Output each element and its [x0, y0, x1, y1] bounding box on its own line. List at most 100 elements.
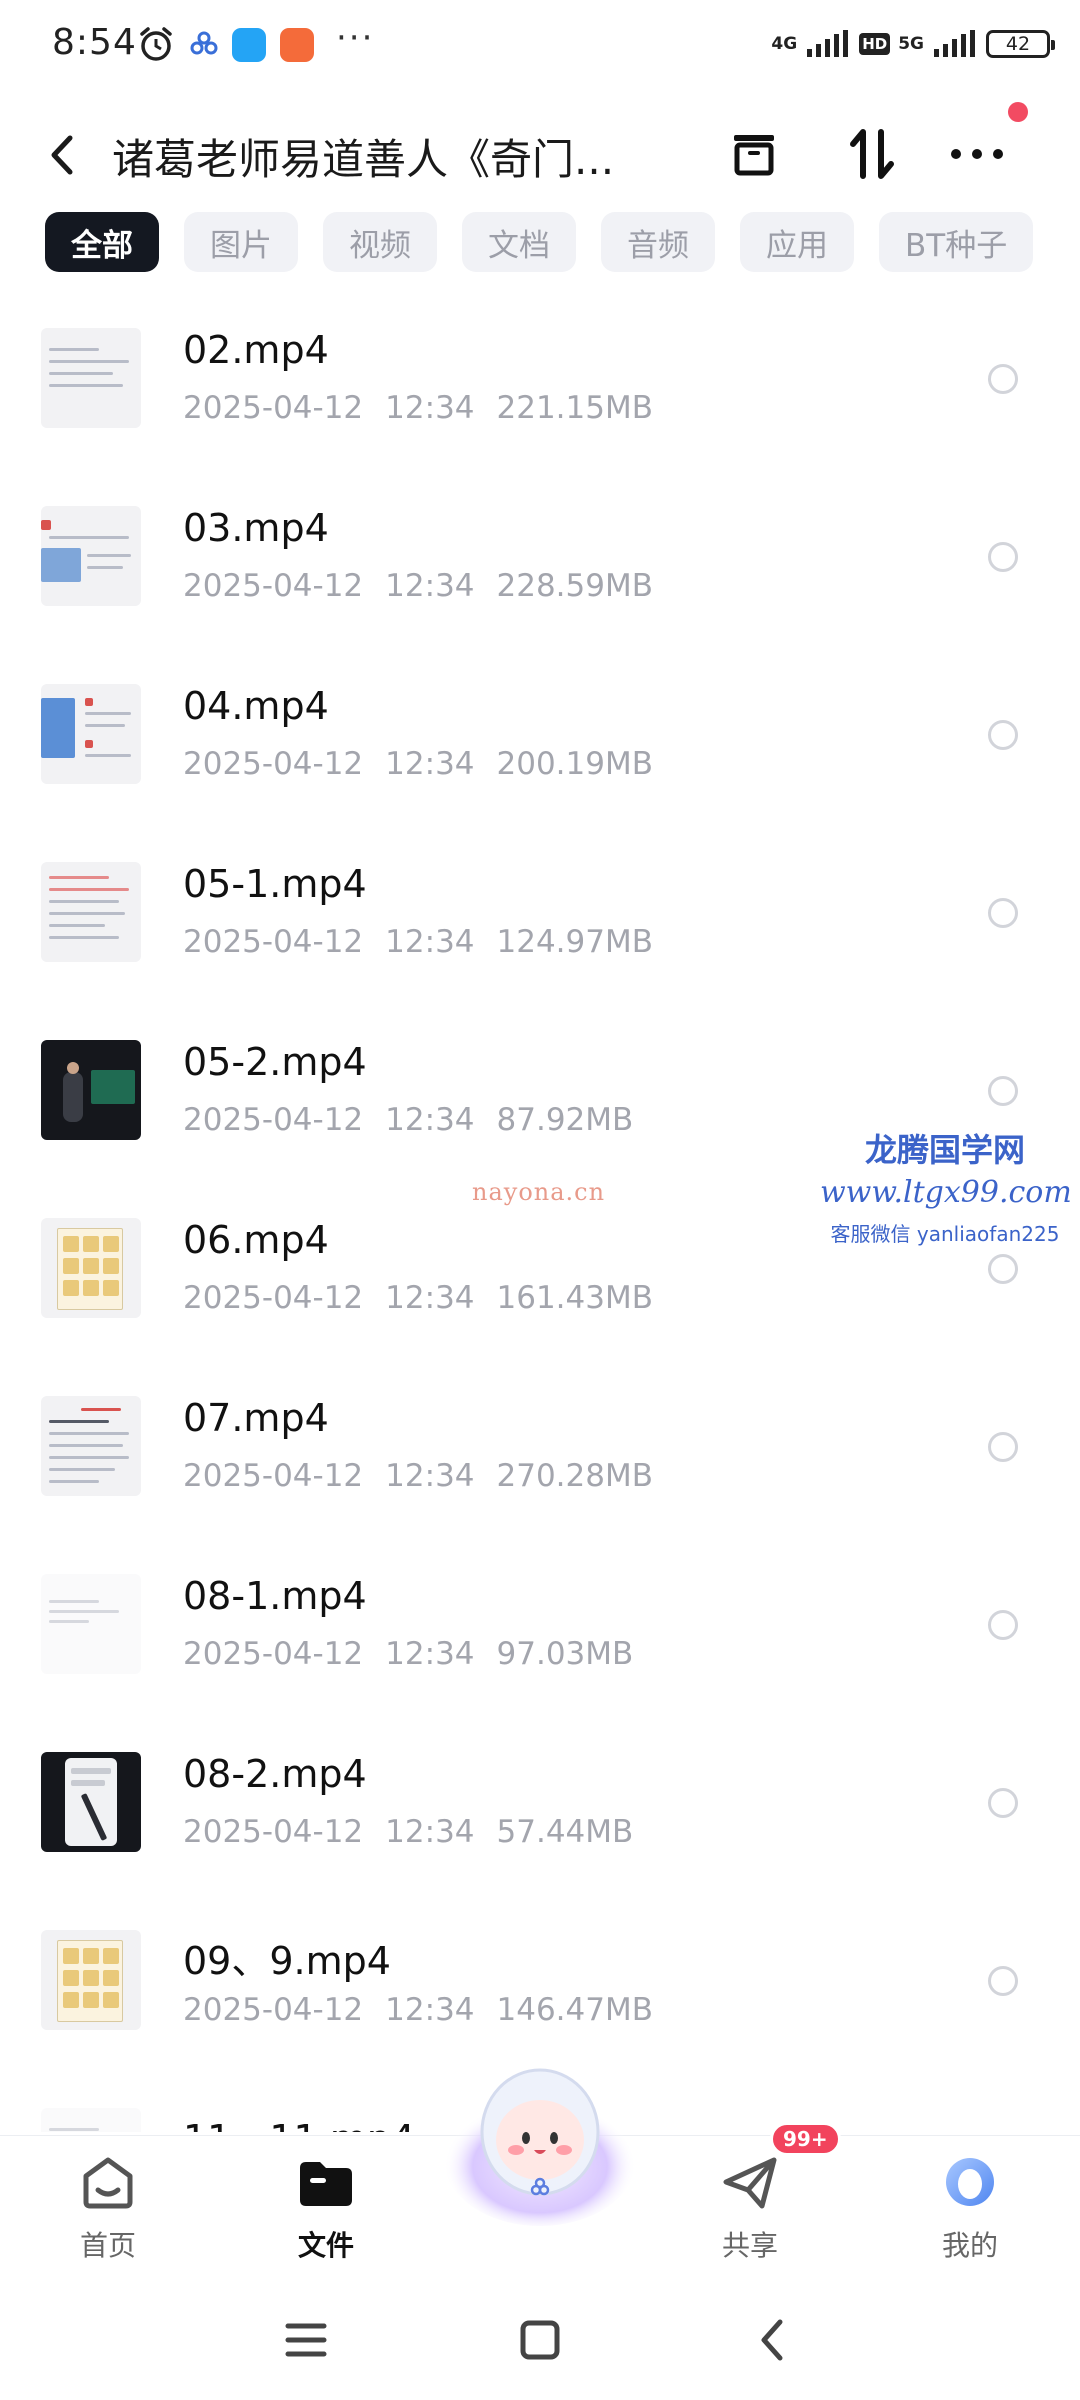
- select-radio[interactable]: [988, 1966, 1018, 1996]
- menu-icon[interactable]: [276, 2310, 336, 2370]
- filter-documents[interactable]: 文档: [462, 212, 576, 272]
- video-thumbnail: [41, 2108, 141, 2132]
- nav-share[interactable]: 共享: [690, 2152, 810, 2264]
- box-icon[interactable]: [722, 122, 786, 186]
- nav-files[interactable]: 文件: [266, 2152, 386, 2264]
- file-date: 2025-04-12: [183, 390, 364, 426]
- system-nav: [0, 2280, 1080, 2400]
- signal-icon: [807, 30, 849, 57]
- watermark-url: www.ltgx99.com: [820, 1175, 1072, 1210]
- nav-mine[interactable]: 我的: [910, 2152, 1030, 2264]
- file-date: 2025-04-12: [183, 1280, 364, 1316]
- file-time: 12:34: [385, 924, 475, 960]
- nav-label: 首页: [79, 2229, 136, 2262]
- file-name: 04.mp4: [183, 684, 329, 728]
- home-button-icon[interactable]: [510, 2310, 570, 2370]
- file-row[interactable]: 07.mp4 2025-04-12 12:34 270.28MB: [0, 1370, 1080, 1548]
- video-thumbnail: [41, 862, 141, 962]
- file-date: 2025-04-12: [183, 1636, 364, 1672]
- alarm-icon: [140, 27, 172, 61]
- filter-videos[interactable]: 视频: [323, 212, 437, 272]
- nav-home[interactable]: 首页: [48, 2152, 168, 2264]
- send-icon: [718, 2152, 782, 2212]
- file-time: 12:34: [385, 568, 475, 604]
- file-date: 2025-04-12: [183, 1992, 364, 2028]
- folder-icon: [294, 2152, 358, 2212]
- file-meta: 2025-04-12 12:34 200.19MB: [183, 746, 653, 782]
- page-title: 诸葛老师易道善人《奇门...: [112, 135, 615, 184]
- file-name: 02.mp4: [183, 328, 329, 372]
- select-radio[interactable]: [988, 1788, 1018, 1818]
- battery-icon: 42: [986, 30, 1055, 58]
- more-notifications-icon: ···: [336, 18, 375, 58]
- select-radio[interactable]: [988, 1432, 1018, 1462]
- mascot-assistant-icon[interactable]: [440, 2040, 640, 2240]
- back-button-icon[interactable]: [744, 2310, 804, 2370]
- file-meta: 2025-04-12 12:34 228.59MB: [183, 568, 653, 604]
- video-thumbnail: [41, 328, 141, 428]
- select-radio[interactable]: [988, 898, 1018, 928]
- file-name: 08-2.mp4: [183, 1752, 367, 1796]
- nav-label: 共享: [721, 2229, 778, 2262]
- file-name: 07.mp4: [183, 1396, 329, 1440]
- file-meta: 2025-04-12 12:34 97.03MB: [183, 1636, 633, 1672]
- watermark-contact: 客服微信 yanliaofan225: [830, 1222, 1060, 1246]
- back-icon[interactable]: [40, 128, 88, 182]
- file-meta: 2025-04-12 12:34 161.43MB: [183, 1280, 653, 1316]
- more-icon[interactable]: [945, 122, 1009, 186]
- file-name: 08-1.mp4: [183, 1574, 367, 1618]
- hd-badge: HD: [859, 33, 891, 55]
- file-row[interactable]: 08-1.mp4 2025-04-12 12:34 97.03MB: [0, 1548, 1080, 1726]
- cloud-app-icon: [190, 31, 218, 55]
- select-radio[interactable]: [988, 1610, 1018, 1640]
- file-time: 12:34: [385, 1814, 475, 1850]
- filter-all[interactable]: 全部: [45, 212, 159, 272]
- file-name: 05-1.mp4: [183, 862, 367, 906]
- select-radio[interactable]: [988, 1076, 1018, 1106]
- file-row[interactable]: 02.mp4 2025-04-12 12:34 221.15MB: [0, 302, 1080, 480]
- file-size: 124.97MB: [496, 924, 653, 960]
- video-thumbnail: [41, 1396, 141, 1496]
- file-row[interactable]: 03.mp4 2025-04-12 12:34 228.59MB: [0, 480, 1080, 658]
- file-row[interactable]: 04.mp4 2025-04-12 12:34 200.19MB: [0, 658, 1080, 836]
- file-time: 12:34: [385, 1992, 475, 2028]
- file-row[interactable]: 08-2.mp4 2025-04-12 12:34 57.44MB: [0, 1726, 1080, 1904]
- filter-apps[interactable]: 应用: [740, 212, 854, 272]
- file-size: 221.15MB: [496, 390, 653, 426]
- sort-icon[interactable]: [840, 122, 904, 186]
- status-indicators: 4G HD 5G 42: [771, 22, 1055, 66]
- header: 诸葛老师易道善人《奇门...: [0, 100, 1080, 210]
- video-thumbnail: [41, 684, 141, 784]
- nav-label: 我的: [941, 2229, 998, 2262]
- filter-tabs: 全部 图片 视频 文档 音频 应用 BT种子: [0, 212, 1080, 274]
- file-date: 2025-04-12: [183, 568, 364, 604]
- nav-label: 文件: [297, 2229, 354, 2262]
- filter-images[interactable]: 图片: [184, 212, 298, 272]
- home-icon: [76, 2152, 140, 2212]
- shop-app-icon: [280, 28, 314, 62]
- file-time: 12:34: [385, 1636, 475, 1672]
- file-date: 2025-04-12: [183, 746, 364, 782]
- select-radio[interactable]: [988, 542, 1018, 572]
- file-name: 11、11.mp4: [183, 2108, 415, 2132]
- video-thumbnail: [41, 1752, 141, 1852]
- status-bar: 8:54 ··· 4G HD 5G 42: [0, 0, 1080, 92]
- video-thumbnail: [41, 1574, 141, 1674]
- profile-icon: [938, 2152, 1002, 2212]
- notification-dot: [1008, 102, 1028, 122]
- file-meta: 2025-04-12 12:34 57.44MB: [183, 1814, 633, 1850]
- file-time: 12:34: [385, 390, 475, 426]
- filter-bt[interactable]: BT种子: [879, 212, 1034, 272]
- select-radio[interactable]: [988, 720, 1018, 750]
- file-size: 200.19MB: [496, 746, 653, 782]
- file-row[interactable]: 05-1.mp4 2025-04-12 12:34 124.97MB: [0, 836, 1080, 1014]
- file-time: 12:34: [385, 746, 475, 782]
- select-radio[interactable]: [988, 1254, 1018, 1284]
- file-meta: 2025-04-12 12:34 124.97MB: [183, 924, 653, 960]
- select-radio[interactable]: [988, 364, 1018, 394]
- file-name: 09、9.mp4: [183, 1939, 391, 1983]
- filter-audio[interactable]: 音频: [601, 212, 715, 272]
- watermark: 龙腾国学网 www.ltgx99.com 客服微信 yanliaofan225: [820, 1125, 1072, 1247]
- file-name: 06.mp4: [183, 1218, 329, 1262]
- file-name: 03.mp4: [183, 506, 329, 550]
